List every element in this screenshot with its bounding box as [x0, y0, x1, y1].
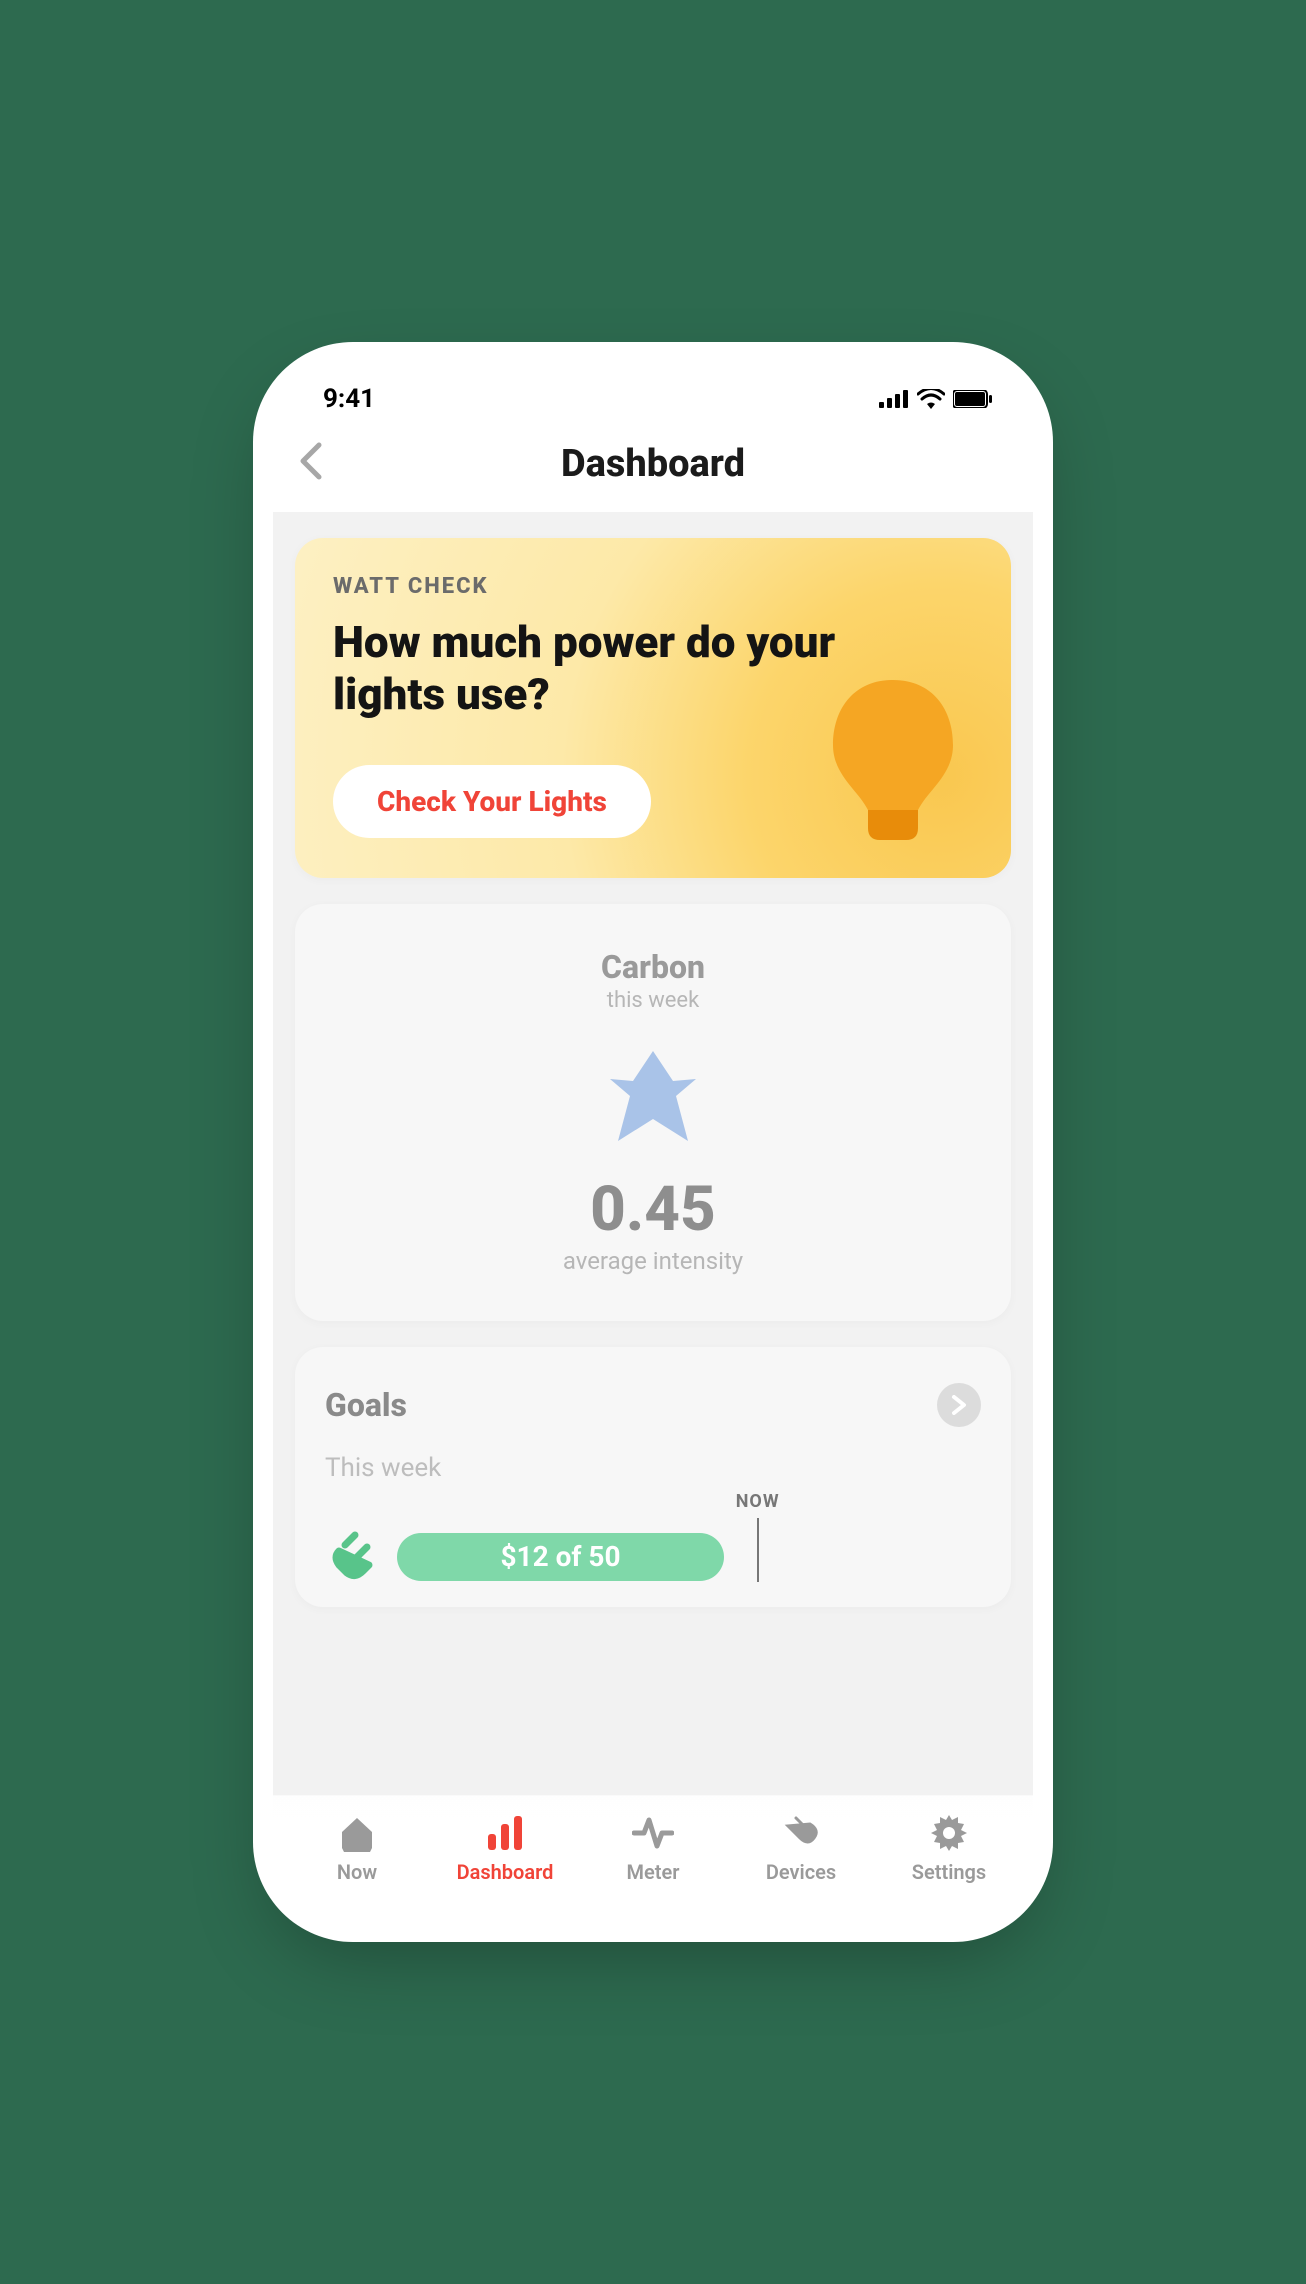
tab-bar: Now Dashboard Meter Devices Settings [273, 1795, 1033, 1922]
now-label: NOW [736, 1491, 780, 1512]
now-marker: NOW [736, 1491, 780, 1582]
tab-now[interactable]: Now [283, 1812, 431, 1884]
tab-settings-label: Settings [912, 1860, 986, 1884]
battery-icon [953, 390, 993, 408]
devices-icon [780, 1812, 822, 1854]
carbon-value: 0.45 [325, 1179, 981, 1241]
pylon-icon [598, 1041, 708, 1151]
goals-progress-bar: $12 of 50 NOW [397, 1533, 981, 1581]
lightbulb-icon [823, 670, 963, 850]
goals-detail-button[interactable] [937, 1383, 981, 1427]
page-title: Dashboard [561, 442, 745, 486]
goals-header: Goals [325, 1383, 981, 1427]
plug-icon [325, 1527, 385, 1587]
tab-meter[interactable]: Meter [579, 1812, 727, 1884]
cellular-icon [879, 390, 909, 408]
tab-devices-label: Devices [766, 1860, 836, 1884]
goals-title: Goals [325, 1386, 407, 1424]
carbon-period: this week [325, 988, 981, 1013]
wifi-icon [917, 389, 945, 409]
tab-dashboard-label: Dashboard [457, 1860, 554, 1884]
goals-progress-row: $12 of 50 NOW [325, 1527, 981, 1587]
tab-settings[interactable]: Settings [875, 1812, 1023, 1884]
now-tick [757, 1518, 759, 1582]
carbon-card[interactable]: Carbon this week 0.45 average intensity [295, 904, 1011, 1321]
goals-progress-text: $12 of 50 [500, 1540, 620, 1573]
chevron-left-icon [297, 441, 325, 481]
tab-now-label: Now [337, 1860, 377, 1884]
status-bar: 9:41 [273, 362, 1033, 424]
nav-bar: Dashboard [273, 424, 1033, 512]
now-icon [336, 1812, 378, 1854]
watt-kicker: WATT CHECK [333, 574, 973, 599]
goals-progress-fill: $12 of 50 [397, 1533, 724, 1581]
meter-icon [632, 1812, 674, 1854]
dashboard-icon [484, 1812, 526, 1854]
tab-devices[interactable]: Devices [727, 1812, 875, 1884]
status-time: 9:41 [323, 384, 375, 414]
settings-icon [928, 1812, 970, 1854]
watt-check-card[interactable]: WATT CHECK How much power do your lights… [295, 538, 1011, 878]
goals-period: This week [325, 1453, 981, 1483]
chevron-right-icon [951, 1395, 967, 1415]
scroll-content[interactable]: WATT CHECK How much power do your lights… [273, 512, 1033, 1795]
carbon-title: Carbon [325, 948, 981, 986]
check-lights-button[interactable]: Check Your Lights [333, 765, 651, 838]
tab-dashboard[interactable]: Dashboard [431, 1812, 579, 1884]
back-button[interactable] [297, 441, 325, 488]
phone-frame: 9:41 Dashboard WATT CHECK How much power… [273, 362, 1033, 1922]
tab-meter-label: Meter [627, 1860, 680, 1884]
carbon-label: average intensity [325, 1247, 981, 1275]
status-icons [879, 389, 993, 409]
goals-card[interactable]: Goals This week $12 of 50 NOW [295, 1347, 1011, 1607]
